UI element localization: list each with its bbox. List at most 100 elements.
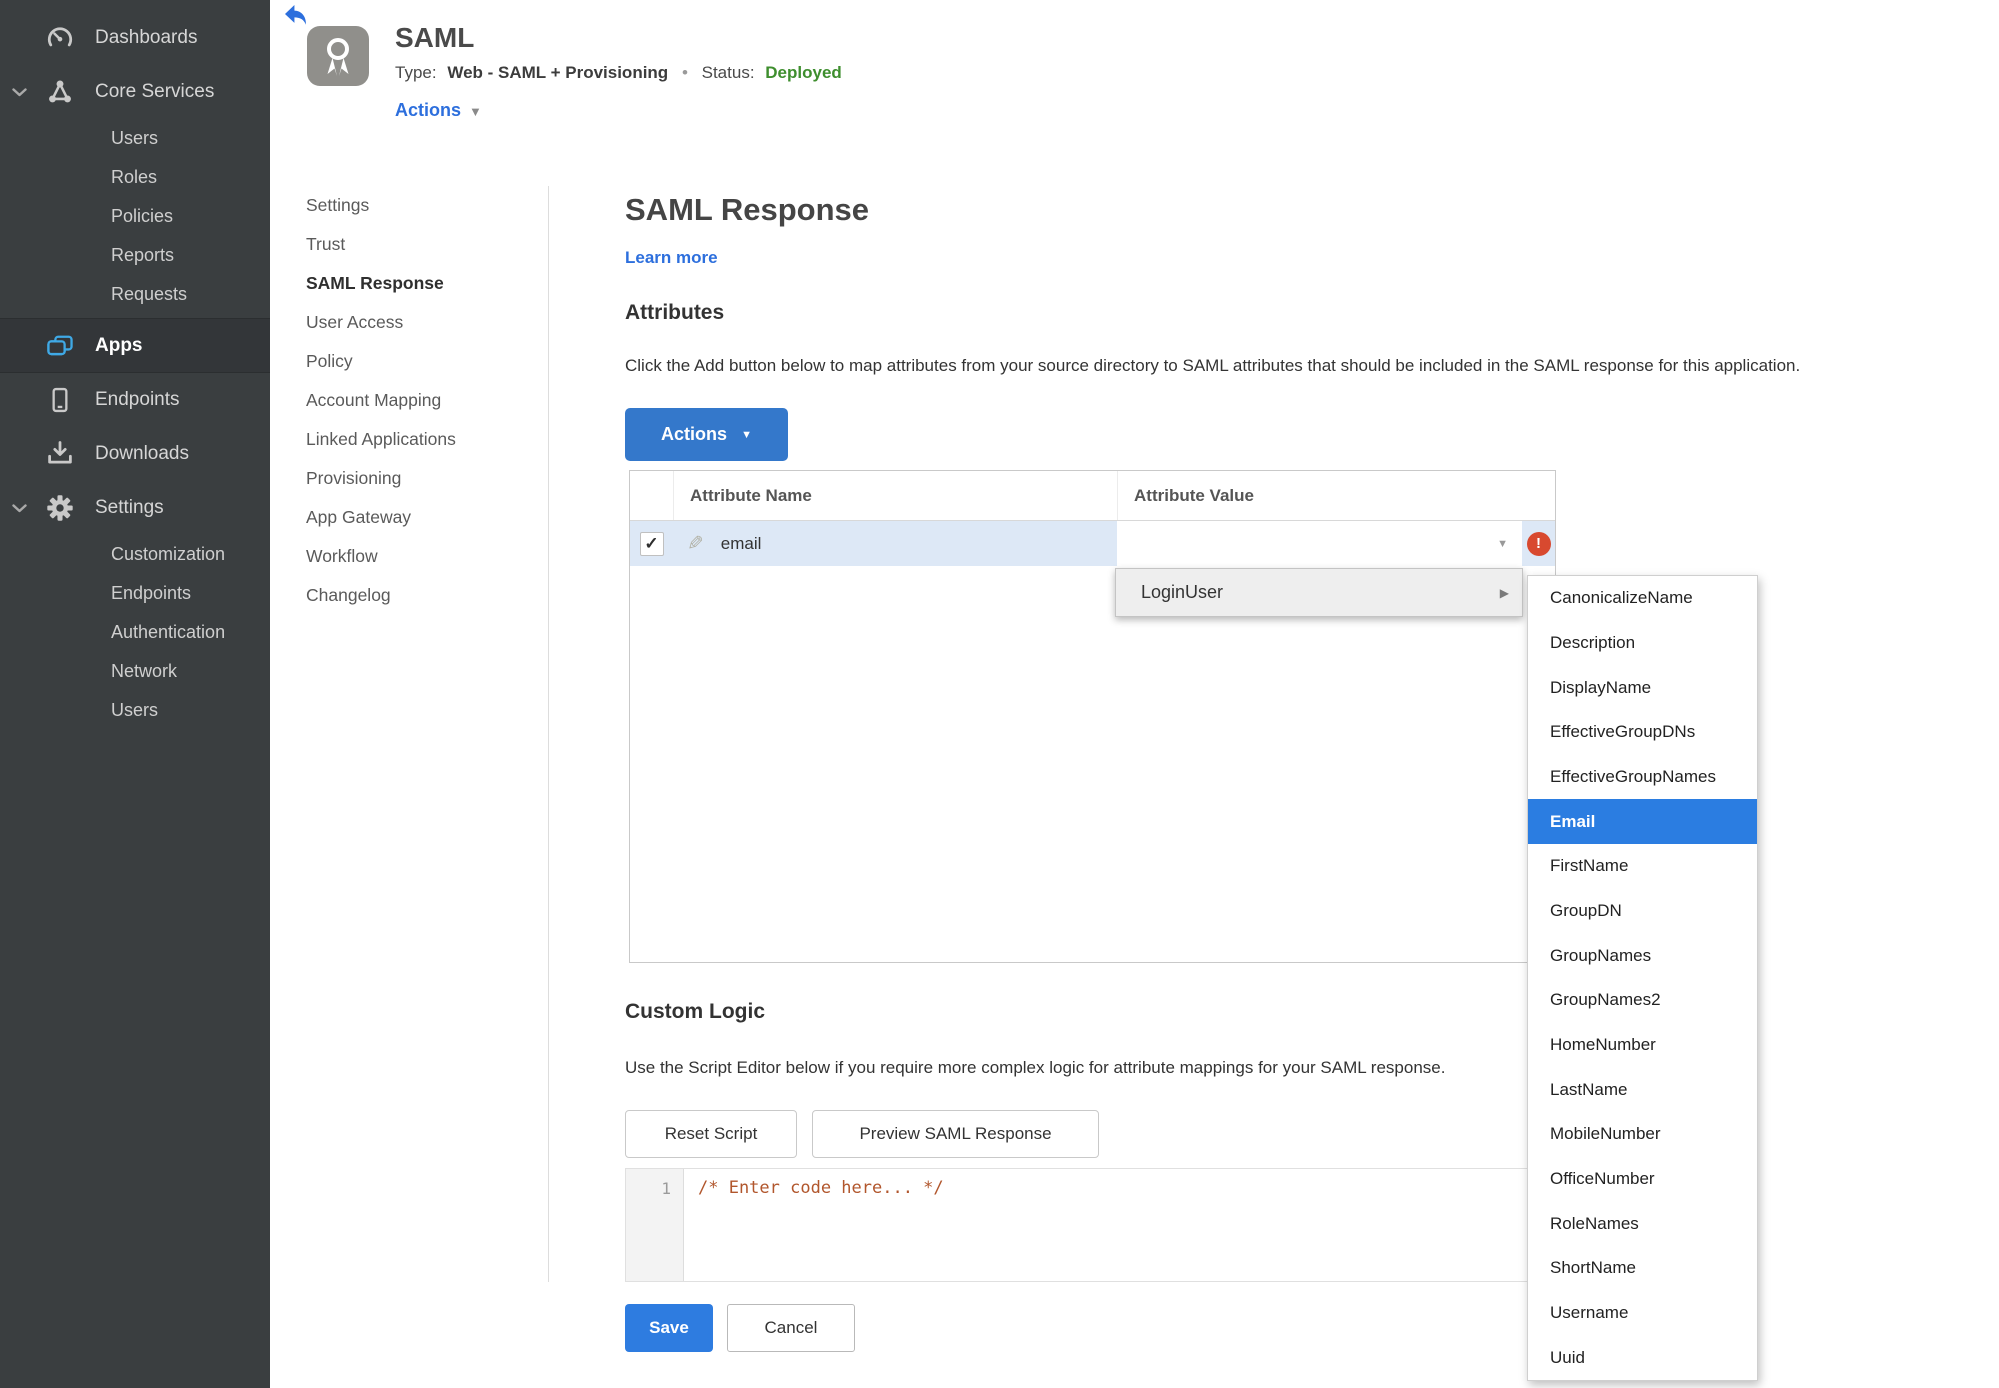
sidebar-item-requests[interactable]: Requests xyxy=(0,275,270,314)
reset-script-button[interactable]: Reset Script xyxy=(625,1110,797,1158)
sidebar-item-endpoints-settings[interactable]: Endpoints xyxy=(0,574,270,613)
submenu-item[interactable]: RoleNames xyxy=(1528,1201,1757,1246)
attribute-name-value: email xyxy=(720,533,762,553)
value-dropdown-group[interactable]: LoginUser ▶ xyxy=(1115,568,1523,617)
sidebar-item-label: Dashboards xyxy=(95,27,198,48)
submenu-item[interactable]: GroupNames xyxy=(1528,933,1757,978)
mobile-device-icon xyxy=(44,384,76,416)
chevron-down-icon[interactable] xyxy=(9,498,29,518)
attributes-description: Click the Add button below to map attrib… xyxy=(625,356,1801,375)
gear-icon xyxy=(44,492,76,524)
custom-logic-heading: Custom Logic xyxy=(625,1000,765,1023)
attributes-actions-button[interactable]: Actions ▼ xyxy=(625,408,788,461)
sidebar-item-settings[interactable]: Settings xyxy=(0,481,270,535)
app-logo-ribbon-icon xyxy=(307,26,369,86)
nav-item-saml-response[interactable]: SAML Response xyxy=(306,264,456,303)
sidebar: Dashboards Core Services Users Roles Pol… xyxy=(0,0,270,1388)
submenu-item[interactable]: Uuid xyxy=(1528,1335,1757,1380)
nav-item-settings[interactable]: Settings xyxy=(306,186,456,225)
attribute-name-cell: ✎ email xyxy=(673,521,1117,566)
script-editor[interactable]: 1 /* Enter code here... */ xyxy=(625,1168,1556,1282)
header-actions-menu[interactable]: Actions ▼ xyxy=(395,100,482,121)
submenu-item[interactable]: FirstName xyxy=(1528,844,1757,889)
submenu-item[interactable]: ShortName xyxy=(1528,1246,1757,1291)
sidebar-item-label: Users xyxy=(111,700,159,720)
sidebar-item-label: Settings xyxy=(95,497,164,518)
submenu-item[interactable]: EffectiveGroupNames xyxy=(1528,755,1757,800)
checkbox-column-header xyxy=(630,471,673,520)
sidebar-item-label: Policies xyxy=(111,206,174,226)
core-services-icon xyxy=(44,76,76,108)
back-icon[interactable] xyxy=(283,4,309,26)
submenu-item[interactable]: LastName xyxy=(1528,1067,1757,1112)
sidebar-item-label: Roles xyxy=(111,167,158,187)
attribute-value-combobox[interactable]: ▼ xyxy=(1117,521,1522,566)
submenu-item[interactable]: GroupDN xyxy=(1528,889,1757,934)
submenu-arrow-icon: ▶ xyxy=(1499,585,1509,600)
row-checkbox[interactable]: ✓ xyxy=(639,531,664,556)
sidebar-item-endpoints[interactable]: Endpoints xyxy=(0,373,270,427)
apps-icon xyxy=(44,330,76,362)
submenu-item-selected[interactable]: Email xyxy=(1528,799,1757,845)
submenu-item[interactable]: MobileNumber xyxy=(1528,1112,1757,1157)
nav-item-changelog[interactable]: Changelog xyxy=(306,576,456,615)
sidebar-item-label: Customization xyxy=(111,544,226,564)
submenu-item[interactable]: OfficeNumber xyxy=(1528,1157,1757,1202)
save-button[interactable]: Save xyxy=(625,1304,713,1352)
nav-item-linked-applications[interactable]: Linked Applications xyxy=(306,420,456,459)
sidebar-item-roles[interactable]: Roles xyxy=(0,158,270,197)
sidebar-item-policies[interactable]: Policies xyxy=(0,197,270,236)
sidebar-item-dashboards[interactable]: Dashboards xyxy=(0,11,270,65)
sidebar-item-customization[interactable]: Customization xyxy=(0,535,270,574)
sidebar-item-users[interactable]: Users xyxy=(0,119,270,158)
chevron-down-icon: ▼ xyxy=(469,104,482,119)
nav-item-trust[interactable]: Trust xyxy=(306,225,456,264)
nav-item-workflow[interactable]: Workflow xyxy=(306,537,456,576)
chevron-down-icon[interactable] xyxy=(9,82,29,102)
sidebar-item-label: Endpoints xyxy=(111,583,192,603)
sidebar-item-reports[interactable]: Reports xyxy=(0,236,270,275)
nav-item-app-gateway[interactable]: App Gateway xyxy=(306,498,456,537)
sidebar-item-label: Endpoints xyxy=(95,389,180,410)
submenu-item[interactable]: CanonicalizeName xyxy=(1528,576,1757,621)
attribute-submenu: CanonicalizeName Description DisplayName… xyxy=(1527,575,1758,1381)
attributes-table: Attribute Name Attribute Value ✓ ✎ email… xyxy=(629,470,1556,963)
submenu-item[interactable]: DisplayName xyxy=(1528,665,1757,710)
preview-saml-response-button[interactable]: Preview SAML Response xyxy=(812,1110,1099,1158)
sidebar-item-label: Authentication xyxy=(111,622,226,642)
submenu-item[interactable]: Username xyxy=(1528,1291,1757,1336)
editor-code[interactable]: /* Enter code here... */ xyxy=(684,1169,944,1281)
check-icon: ✓ xyxy=(644,533,659,553)
attribute-value-column-header: Attribute Value xyxy=(1117,471,1555,520)
download-icon xyxy=(44,438,76,470)
sidebar-item-network[interactable]: Network xyxy=(0,652,270,691)
nav-item-provisioning[interactable]: Provisioning xyxy=(306,459,456,498)
sidebar-item-authentication[interactable]: Authentication xyxy=(0,613,270,652)
sidebar-item-downloads[interactable]: Downloads xyxy=(0,427,270,481)
sidebar-item-apps[interactable]: Apps xyxy=(0,318,270,373)
sidebar-item-label: Downloads xyxy=(95,443,189,464)
nav-divider xyxy=(548,186,549,1282)
nav-item-policy[interactable]: Policy xyxy=(306,342,456,381)
submenu-item[interactable]: EffectiveGroupDNs xyxy=(1528,710,1757,755)
row-checkbox-cell: ✓ xyxy=(630,521,673,566)
edit-pencil-icon[interactable]: ✎ xyxy=(687,531,704,556)
section-title: SAML Response xyxy=(625,192,870,227)
sidebar-item-core-services[interactable]: Core Services xyxy=(0,65,270,119)
cancel-button[interactable]: Cancel xyxy=(727,1304,855,1352)
sidebar-item-users-settings[interactable]: Users xyxy=(0,691,270,730)
nav-item-account-mapping[interactable]: Account Mapping xyxy=(306,381,456,420)
sidebar-item-label: Network xyxy=(111,661,178,681)
chevron-down-icon[interactable]: ▼ xyxy=(1497,538,1508,550)
status-label: Status: xyxy=(701,63,755,82)
learn-more-link[interactable]: Learn more xyxy=(625,248,718,268)
nav-item-user-access[interactable]: User Access xyxy=(306,303,456,342)
attribute-name-column-header: Attribute Name xyxy=(673,471,1117,520)
type-label: Type: xyxy=(395,63,437,82)
chevron-down-icon: ▼ xyxy=(741,428,752,441)
submenu-item[interactable]: GroupNames2 xyxy=(1528,978,1757,1023)
attributes-heading: Attributes xyxy=(625,301,725,324)
submenu-item[interactable]: Description xyxy=(1528,621,1757,666)
table-row[interactable]: ✓ ✎ email ▼ ! xyxy=(630,521,1555,566)
submenu-item[interactable]: HomeNumber xyxy=(1528,1023,1757,1068)
